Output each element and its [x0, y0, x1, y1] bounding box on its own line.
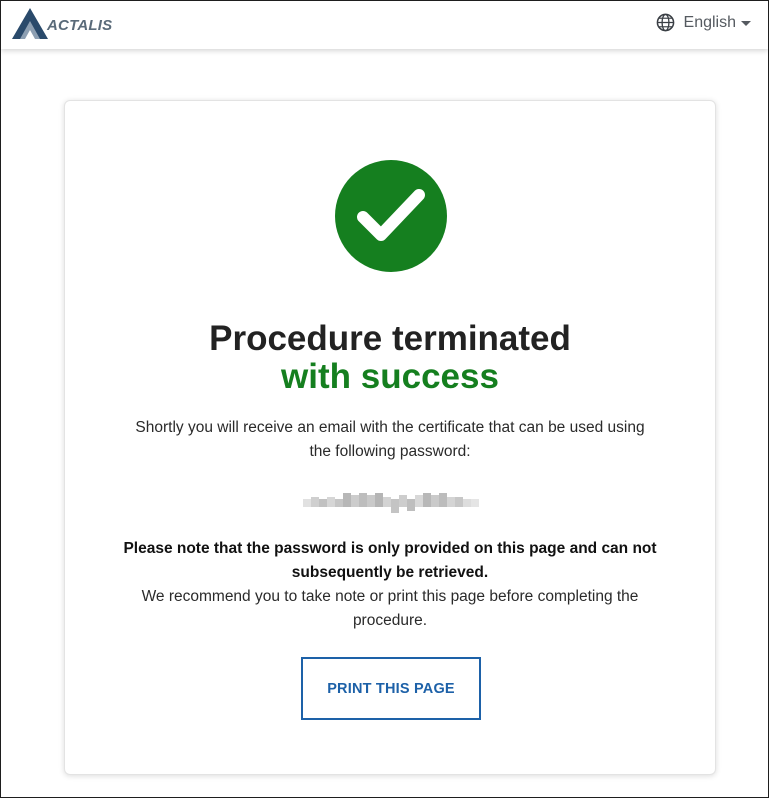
actalis-logo[interactable]: ACTALIS	[11, 7, 112, 41]
password-note: Please note that the password is only pr…	[115, 537, 665, 633]
page-frame: ACTALIS English Procedure terminated wit…	[0, 0, 769, 798]
password-note-warning: Please note that the password is only pr…	[123, 540, 657, 581]
chevron-down-icon	[741, 20, 751, 26]
title-line-1: Procedure terminated	[209, 319, 571, 358]
title-line-2: with success	[281, 357, 499, 396]
result-card: Procedure terminated with success Shortl…	[64, 100, 716, 775]
top-navbar: ACTALIS English	[1, 1, 768, 49]
checkmark-icon	[335, 160, 447, 272]
logo-mark-icon	[12, 8, 48, 39]
language-label: English	[683, 13, 736, 31]
language-selector[interactable]: English	[656, 13, 751, 32]
password-note-recommendation: We recommend you to take note or print t…	[141, 588, 639, 629]
logo-text: ACTALIS	[47, 17, 113, 34]
page-title: Procedure terminated with success	[65, 320, 715, 396]
email-message: Shortly you will receive an email with t…	[135, 419, 645, 460]
globe-icon	[656, 13, 674, 32]
blurred-password	[303, 493, 479, 513]
print-page-button[interactable]: PRINT THIS PAGE	[301, 657, 481, 720]
